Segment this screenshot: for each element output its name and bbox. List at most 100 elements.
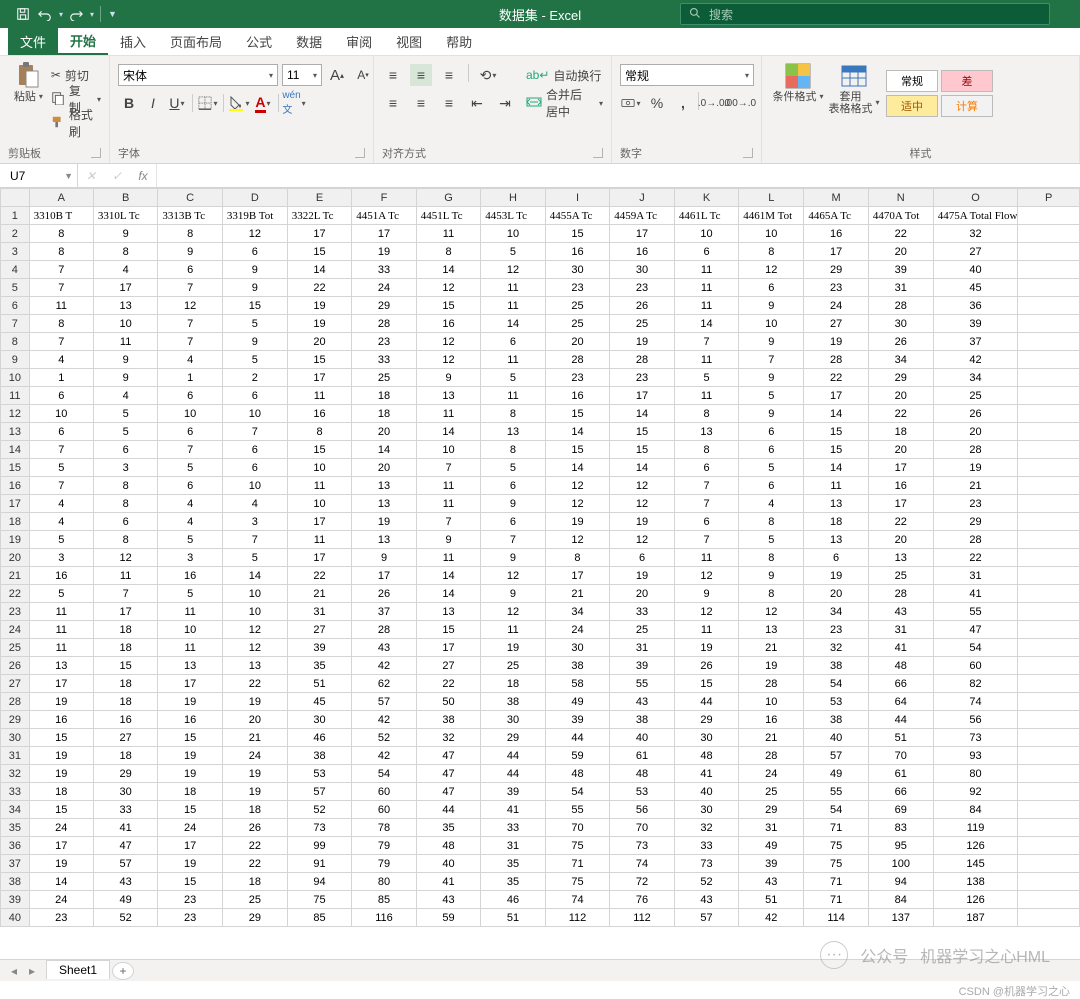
cell[interactable]: 16 — [29, 711, 93, 729]
cell[interactable]: 13 — [352, 477, 417, 495]
cell[interactable]: 18 — [93, 621, 157, 639]
cell[interactable] — [1018, 243, 1080, 261]
cell[interactable]: 13 — [222, 657, 287, 675]
align-middle-icon[interactable]: ≡ — [410, 64, 432, 86]
cell[interactable]: 32 — [804, 639, 869, 657]
cell[interactable]: 55 — [804, 783, 869, 801]
cell[interactable]: 23 — [804, 621, 869, 639]
col-header[interactable]: B — [93, 189, 157, 207]
cell[interactable]: 18 — [352, 387, 417, 405]
sheet-tab[interactable]: Sheet1 — [46, 960, 110, 979]
cell[interactable]: 48 — [868, 657, 933, 675]
cell[interactable]: 19 — [29, 855, 93, 873]
cell[interactable]: 14 — [416, 261, 480, 279]
cell[interactable]: 15 — [804, 441, 869, 459]
cell[interactable]: 45 — [287, 693, 351, 711]
cell[interactable]: 15 — [610, 441, 675, 459]
cell[interactable]: 17 — [287, 549, 351, 567]
row-header[interactable]: 6 — [1, 297, 30, 315]
cell[interactable]: 23 — [804, 279, 869, 297]
cell[interactable]: 9 — [481, 585, 545, 603]
cell[interactable]: 19 — [545, 513, 610, 531]
cell[interactable]: 18 — [222, 801, 287, 819]
cell[interactable]: 116 — [352, 909, 417, 927]
row-header[interactable]: 40 — [1, 909, 30, 927]
cell[interactable]: 25 — [352, 369, 417, 387]
cell[interactable]: 8 — [287, 423, 351, 441]
cell[interactable]: 15 — [416, 621, 480, 639]
cell[interactable]: 21 — [545, 585, 610, 603]
cell[interactable]: 17 — [287, 369, 351, 387]
cell[interactable]: 23 — [545, 369, 610, 387]
cell[interactable]: 44 — [416, 801, 480, 819]
cell[interactable]: 15 — [804, 423, 869, 441]
cell[interactable]: 22 — [868, 225, 933, 243]
cell[interactable] — [1018, 333, 1080, 351]
cell[interactable]: 75 — [545, 837, 610, 855]
cell[interactable]: 4 — [29, 351, 93, 369]
cell[interactable]: 11 — [29, 297, 93, 315]
cell[interactable]: 17 — [868, 459, 933, 477]
cell[interactable]: 30 — [545, 639, 610, 657]
cell[interactable]: 8 — [416, 243, 480, 261]
cell[interactable]: 9 — [222, 279, 287, 297]
row-header[interactable]: 9 — [1, 351, 30, 369]
cell[interactable]: 80 — [933, 765, 1018, 783]
tab-insert[interactable]: 插入 — [108, 28, 158, 55]
cell[interactable]: 126 — [933, 837, 1018, 855]
cell[interactable] — [1018, 531, 1080, 549]
cell[interactable]: 7 — [222, 531, 287, 549]
cell[interactable]: 21 — [739, 639, 804, 657]
search-box[interactable]: 搜索 — [680, 3, 1050, 25]
cell[interactable]: 28 — [868, 585, 933, 603]
cell[interactable]: 54 — [352, 765, 417, 783]
cell[interactable]: 15 — [545, 441, 610, 459]
cell[interactable]: 8 — [93, 243, 157, 261]
style-calculation[interactable]: 计算 — [941, 95, 993, 117]
cell[interactable]: 25 — [222, 891, 287, 909]
cell[interactable]: 9 — [739, 405, 804, 423]
cell[interactable]: 7 — [158, 279, 223, 297]
cell[interactable]: 10 — [416, 441, 480, 459]
cell[interactable]: 49 — [93, 891, 157, 909]
cell[interactable]: 52 — [287, 801, 351, 819]
cell[interactable]: 47 — [933, 621, 1018, 639]
cell[interactable]: 30 — [545, 261, 610, 279]
font-size-select[interactable]: 11▾ — [282, 64, 322, 86]
cell[interactable]: 12 — [739, 603, 804, 621]
row-header[interactable]: 37 — [1, 855, 30, 873]
cell[interactable]: 55 — [545, 801, 610, 819]
cell[interactable]: 8 — [481, 405, 545, 423]
col-header[interactable]: O — [933, 189, 1018, 207]
cell[interactable]: 27 — [287, 621, 351, 639]
cell[interactable]: 53 — [610, 783, 675, 801]
cell[interactable]: 34 — [933, 369, 1018, 387]
cell[interactable]: 29 — [868, 369, 933, 387]
cell[interactable]: 11 — [416, 495, 480, 513]
cell[interactable]: 85 — [352, 891, 417, 909]
cell[interactable]: 6 — [674, 513, 738, 531]
cell[interactable]: 51 — [868, 729, 933, 747]
cell[interactable]: 12 — [610, 495, 675, 513]
cell[interactable]: 6 — [481, 477, 545, 495]
cell[interactable]: 39 — [933, 315, 1018, 333]
launcher-icon[interactable] — [355, 148, 365, 158]
cell[interactable]: 16 — [158, 711, 223, 729]
cell[interactable]: 13 — [674, 423, 738, 441]
cell[interactable]: 12 — [416, 333, 480, 351]
border-button[interactable]: ▾ — [197, 92, 219, 114]
cell[interactable]: 17 — [287, 513, 351, 531]
cell[interactable]: 24 — [545, 621, 610, 639]
cell[interactable]: 51 — [739, 891, 804, 909]
cell[interactable]: 25 — [933, 387, 1018, 405]
cell[interactable]: 6 — [158, 261, 223, 279]
cell[interactable]: 11 — [674, 549, 738, 567]
cell[interactable]: 35 — [481, 855, 545, 873]
cell[interactable]: 30 — [868, 315, 933, 333]
cell[interactable]: 7 — [674, 495, 738, 513]
cell[interactable]: 43 — [610, 693, 675, 711]
cell[interactable]: 7 — [481, 531, 545, 549]
cell[interactable]: 41 — [868, 639, 933, 657]
name-box[interactable]: U7▼ — [0, 164, 78, 187]
cell[interactable]: 15 — [287, 351, 351, 369]
